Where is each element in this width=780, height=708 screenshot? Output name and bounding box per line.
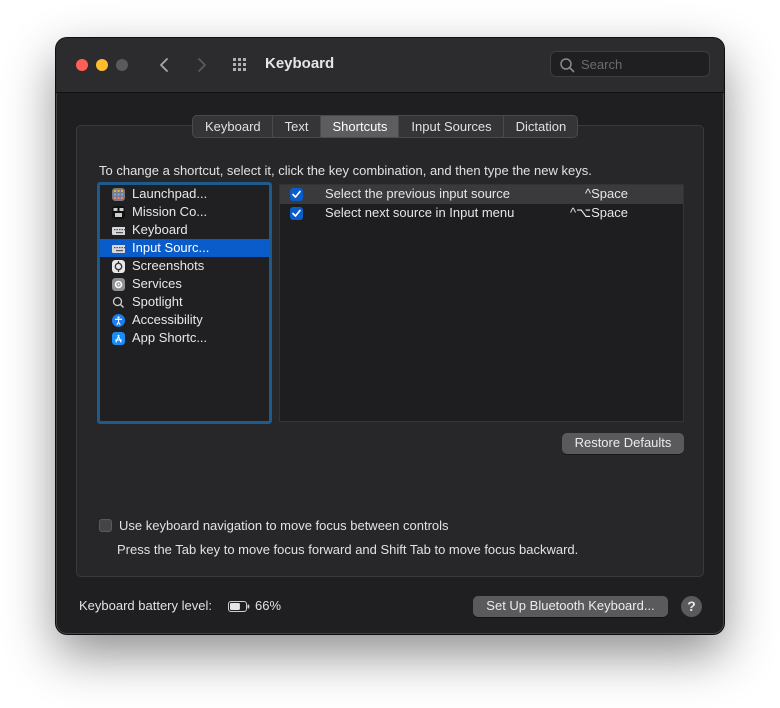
shortcut-row[interactable]: Select next source in Input menu ^⌥Space — [280, 204, 683, 223]
show-all-grid-icon[interactable] — [232, 56, 250, 74]
category-screenshots[interactable]: Screenshots — [100, 257, 269, 275]
search-field[interactable]: Search — [550, 51, 710, 77]
tab-input-sources[interactable]: Input Sources — [399, 116, 504, 137]
chevron-right-icon — [198, 58, 206, 72]
title-bar: Keyboard Search — [56, 38, 724, 93]
category-label: Keyboard — [132, 222, 188, 237]
mission-control-icon — [112, 206, 125, 219]
keyboard-navigation-label[interactable]: Use keyboard navigation to move focus be… — [119, 518, 449, 533]
category-mission-control[interactable]: Mission Co... — [100, 203, 269, 221]
launchpad-icon — [112, 188, 125, 201]
accessibility-icon — [112, 314, 125, 327]
keyboard-icon — [112, 227, 125, 235]
setup-bluetooth-keyboard-button[interactable]: Set Up Bluetooth Keyboard... — [473, 596, 668, 617]
category-accessibility[interactable]: Accessibility — [100, 311, 269, 329]
category-keyboard[interactable]: Keyboard — [100, 221, 269, 239]
shortcut-keys[interactable]: ^Space — [585, 186, 628, 201]
forward-button[interactable] — [190, 53, 212, 77]
close-button[interactable] — [76, 59, 88, 71]
category-label: Screenshots — [132, 258, 205, 273]
battery-label: Keyboard battery level: — [79, 598, 212, 613]
shortcut-name: Select the previous input source — [325, 186, 510, 201]
category-label: Mission Co... — [132, 204, 208, 219]
app-store-icon — [112, 332, 125, 345]
screenshot-icon — [112, 260, 125, 273]
category-launchpad[interactable]: Launchpad... — [100, 185, 269, 203]
minimize-button[interactable] — [96, 59, 108, 71]
battery-level-value: 66% — [255, 598, 282, 613]
help-button[interactable]: ? — [681, 596, 702, 617]
tab-bar: Keyboard Text Shortcuts Input Sources Di… — [192, 115, 579, 138]
gear-icon — [112, 278, 125, 291]
shortcut-enabled-checkbox[interactable] — [290, 207, 303, 220]
category-label: Launchpad... — [132, 186, 208, 201]
tab-text[interactable]: Text — [273, 116, 321, 137]
category-label: Accessibility — [132, 312, 203, 327]
shortcut-keys[interactable]: ^⌥Space — [570, 205, 628, 221]
shortcut-category-list[interactable]: Launchpad... Mission Co... Keyboard Inpu… — [97, 182, 272, 424]
checkmark-icon — [292, 190, 301, 198]
chevron-left-icon — [160, 58, 168, 72]
category-label: Services — [132, 276, 182, 291]
checkmark-icon — [292, 209, 301, 217]
instruction-text: To change a shortcut, select it, click t… — [99, 163, 592, 178]
category-label: Spotlight — [132, 294, 183, 309]
keyboard-navigation-checkbox[interactable] — [99, 519, 112, 532]
shortcut-enabled-checkbox[interactable] — [290, 188, 303, 201]
battery-fill — [230, 603, 240, 610]
shortcut-table[interactable]: Select the previous input source ^Space … — [279, 184, 684, 422]
shortcut-name: Select next source in Input menu — [325, 205, 515, 220]
zoom-button[interactable] — [116, 59, 128, 71]
category-spotlight[interactable]: Spotlight — [100, 293, 269, 311]
search-icon — [560, 58, 575, 73]
shortcut-row[interactable]: Select the previous input source ^Space — [280, 185, 683, 204]
back-button[interactable] — [154, 53, 176, 77]
category-input-sources[interactable]: Input Sourc... — [100, 239, 269, 257]
category-services[interactable]: Services — [100, 275, 269, 293]
tab-shortcuts[interactable]: Shortcuts — [320, 116, 400, 137]
search-placeholder: Search — [581, 57, 623, 72]
category-app-shortcuts[interactable]: App Shortc... — [100, 329, 269, 347]
window-title: Keyboard — [265, 55, 335, 72]
tab-keyboard[interactable]: Keyboard — [193, 116, 273, 137]
category-label: Input Sourc... — [132, 240, 210, 255]
battery-icon — [228, 601, 250, 612]
category-label: App Shortc... — [132, 330, 208, 345]
restore-defaults-button[interactable]: Restore Defaults — [562, 433, 684, 454]
spotlight-icon — [112, 296, 124, 308]
keyboard-icon — [112, 245, 125, 253]
tab-dictation[interactable]: Dictation — [504, 116, 578, 137]
preferences-window: Keyboard Search Keyboard Text Shortcuts … — [56, 38, 724, 634]
keyboard-navigation-help-text: Press the Tab key to move focus forward … — [117, 542, 579, 557]
